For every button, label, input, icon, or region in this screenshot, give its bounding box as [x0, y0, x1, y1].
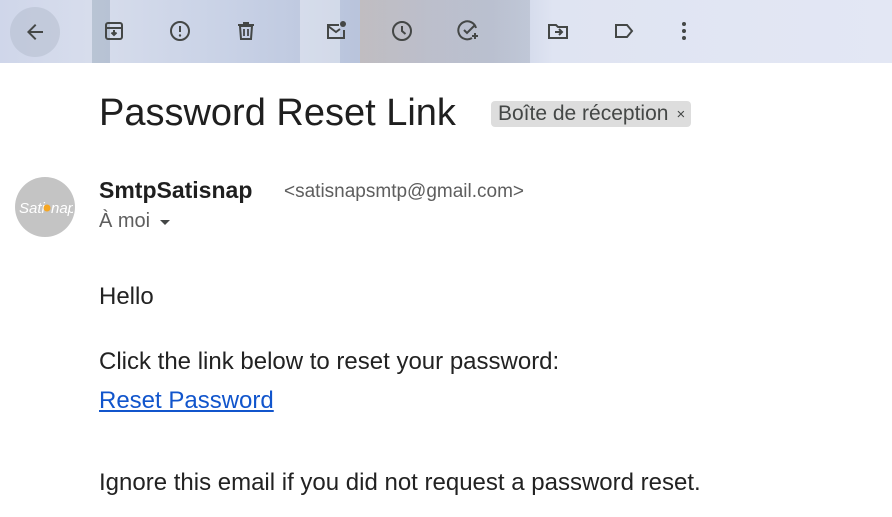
- recipient-details[interactable]: À moi: [99, 210, 171, 233]
- more-vert-icon: [682, 22, 686, 40]
- reset-password-link[interactable]: Reset Password: [99, 387, 274, 415]
- svg-text:Sati: Sati: [19, 200, 46, 217]
- satisnap-logo: Sati nap: [19, 200, 73, 217]
- more-button[interactable]: [665, 12, 703, 50]
- email-instruction: Click the link below to reset your passw…: [99, 348, 560, 375]
- label-icon: [615, 24, 634, 38]
- arrow-left-icon: [27, 24, 43, 40]
- remove-label-icon[interactable]: ×: [676, 106, 685, 123]
- back-button[interactable]: [10, 7, 60, 57]
- email-subject: Password Reset Link: [99, 92, 456, 134]
- labels-button[interactable]: [605, 12, 643, 50]
- archive-button[interactable]: [95, 12, 133, 50]
- move-to-button[interactable]: [539, 12, 577, 50]
- delete-button[interactable]: [227, 12, 265, 50]
- add-task-button[interactable]: [449, 12, 487, 50]
- email-greeting: Hello: [99, 283, 154, 310]
- archive-icon: [105, 22, 123, 40]
- snooze-button[interactable]: [383, 12, 421, 50]
- inbox-label-chip[interactable]: Boîte de réception ×: [491, 101, 692, 127]
- trash-icon: [238, 22, 254, 40]
- label-chip-text: Boîte de réception: [498, 102, 669, 125]
- clock-icon: [392, 21, 412, 41]
- chevron-down-icon[interactable]: [160, 220, 171, 225]
- recipient-text: À moi: [99, 210, 151, 232]
- avatar[interactable]: Sati nap: [15, 177, 75, 237]
- sender-name[interactable]: SmtpSatisnap: [99, 177, 252, 204]
- svg-text:nap: nap: [51, 200, 73, 217]
- report-spam-button[interactable]: [161, 12, 199, 50]
- toolbar: [0, 0, 892, 63]
- mark-unread-icon: [327, 21, 346, 39]
- add-task-icon: [457, 20, 478, 41]
- mark-unread-button[interactable]: [317, 12, 355, 50]
- email-ignore-note: Ignore this email if you did not request…: [99, 469, 701, 496]
- report-icon: [170, 21, 190, 41]
- move-to-icon: [548, 24, 568, 39]
- sender-email: <satisnapsmtp@gmail.com>: [284, 181, 524, 202]
